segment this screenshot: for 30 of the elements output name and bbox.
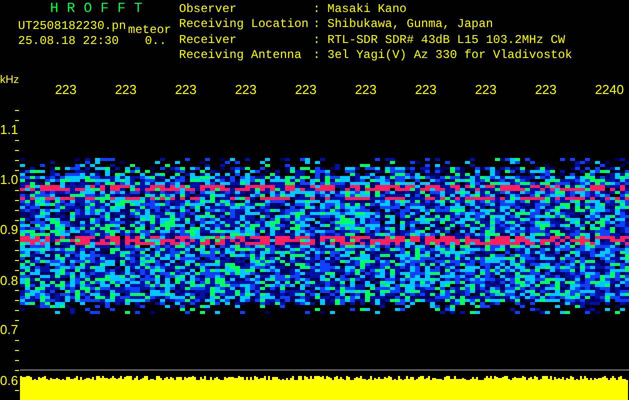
frequency-tick-label: 0.9 (0, 222, 18, 238)
axis-unit: kHz (0, 74, 19, 88)
frequency-tick-label: 0.6 (0, 373, 18, 389)
info-value: : Shibukawa, Gunma, Japan (313, 18, 494, 34)
time-tick-label: 223 (414, 82, 438, 99)
info-value: : Masaki Kano (313, 3, 408, 18)
time-tick-label: 2240 (594, 82, 625, 99)
info-value: : RTL-SDR SDR# 43dB L15 103.2MHz CW (313, 34, 566, 48)
info-value: : 3el Yagi(V) Az 330 for Vladivostok (313, 48, 572, 64)
frequency-tick-label: 0.8 (0, 273, 18, 289)
info-label: Receiving Antenna (179, 48, 302, 64)
time-tick-label: 223 (234, 82, 258, 99)
time-tick-label: 223 (114, 82, 138, 99)
time-tick-label: 223 (534, 82, 558, 99)
frequency-tick-label: 0.7 (0, 322, 18, 338)
file-name: UT2508182230.pn (18, 20, 126, 33)
frequency-tick-label: 1.1 (0, 122, 18, 138)
time-tick-label: 223 (354, 82, 378, 99)
time-tick-label: 223 (174, 82, 198, 99)
event-type: meteor (128, 24, 172, 37)
info-label: Receiving Location (179, 18, 310, 34)
app-title: H R O F F T (49, 3, 144, 16)
count-text: 0.. (144, 35, 166, 48)
frequency-tick-label: 1.0 (0, 172, 18, 188)
time-tick-label: 223 (474, 82, 498, 99)
timestamp: 25.08.18 22:30 (18, 35, 119, 48)
info-label: Observer (179, 3, 238, 18)
info-label: Receiver (179, 34, 238, 48)
time-tick-label: 223 (294, 82, 318, 99)
time-tick-label: 223 (54, 82, 78, 99)
